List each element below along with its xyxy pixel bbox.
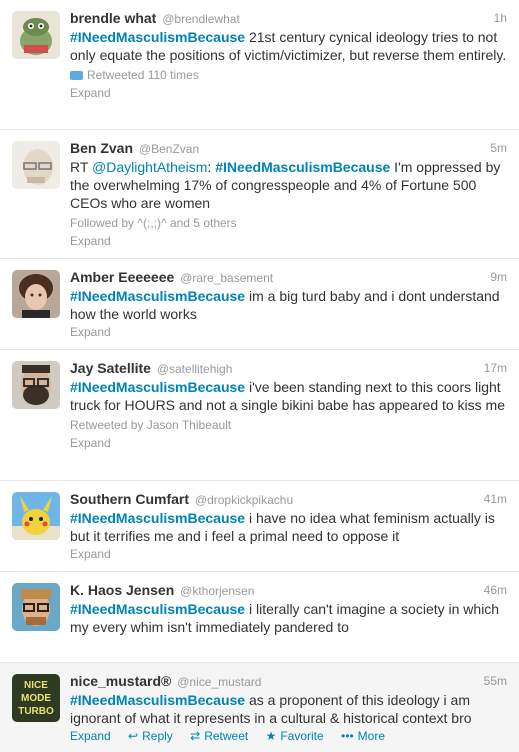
avatar[interactable] [12, 492, 60, 540]
retweet-icon [70, 71, 83, 80]
expand-link[interactable]: Expand [70, 545, 507, 573]
retweet-count-label: Retweeted 110 times [87, 68, 199, 82]
avatar[interactable] [12, 141, 60, 189]
hashtag-link[interactable]: #INeedMasculismBecause [70, 601, 245, 617]
author-name[interactable]: brendle what [70, 10, 156, 26]
author-handle[interactable]: @rare_basement [180, 271, 273, 285]
more-button[interactable]: ••• More [341, 729, 385, 743]
retweet-button[interactable]: ⇄ Retweet [190, 729, 248, 743]
author-name[interactable]: K. Haos Jensen [70, 582, 174, 598]
tweet-text: #INeedMasculismBecause i have no idea wh… [70, 509, 507, 545]
timestamp[interactable]: 9m [490, 268, 507, 286]
timestamp[interactable]: 55m [484, 672, 507, 690]
expand-link[interactable]: Expand [70, 232, 507, 260]
favorite-label: Favorite [280, 729, 324, 743]
tweet-text: #INeedMasculismBecause i literally can't… [70, 600, 507, 636]
retweet-count[interactable]: Retweeted 110 times [70, 66, 507, 84]
hashtag-link[interactable]: #INeedMasculismBecause [70, 692, 245, 708]
retweeted-by[interactable]: Retweeted by Jason Thibeault [70, 416, 507, 434]
author-handle[interactable]: @kthorjensen [180, 584, 254, 598]
hashtag-link[interactable]: #INeedMasculismBecause [215, 159, 390, 175]
timestamp[interactable]: 17m [484, 359, 507, 377]
hashtag-link[interactable]: #INeedMasculismBecause [70, 379, 245, 395]
author-handle[interactable]: @nice_mustard [177, 675, 261, 689]
reply-label: Reply [142, 729, 173, 743]
tweet-feed: brendle what @brendlewhat 1h #INeedMascu… [0, 0, 519, 752]
favorite-button[interactable]: ★ Favorite [266, 729, 324, 743]
author-name[interactable]: Southern Cumfart [70, 491, 189, 507]
avatar[interactable] [12, 361, 60, 409]
avatar[interactable] [12, 11, 60, 59]
tweet-text: #INeedMasculismBecause as a proponent of… [70, 691, 507, 727]
tweet-text: #INeedMasculismBecause i've been standin… [70, 378, 507, 414]
expand-link[interactable]: Expand [70, 729, 111, 743]
tweet-actions: Expand ↩ Reply ⇄ Retweet ★ Favorite ••• More [70, 727, 507, 751]
avatar[interactable] [12, 583, 60, 631]
more-icon: ••• [341, 729, 354, 743]
author-handle[interactable]: @brendlewhat [162, 12, 240, 26]
avatar[interactable] [12, 270, 60, 318]
author-name[interactable]: Amber Eeeeeee [70, 269, 174, 285]
retweet-label: Retweet [204, 729, 249, 743]
tweet[interactable]: brendle what @brendlewhat 1h #INeedMascu… [0, 0, 519, 130]
timestamp[interactable]: 5m [490, 139, 507, 157]
svg-text:NICE: NICE [24, 680, 48, 691]
tweet[interactable]: K. Haos Jensen @kthorjensen 46m #INeedMa… [0, 572, 519, 663]
expand-link[interactable]: Expand [70, 323, 507, 351]
author-name[interactable]: Ben Zvan [70, 140, 133, 156]
more-label: More [357, 729, 385, 743]
hashtag-link[interactable]: #INeedMasculismBecause [70, 288, 245, 304]
rt-prefix: RT [70, 159, 93, 175]
tweet-text: RT @DaylightAtheism: #INeedMasculismBeca… [70, 158, 507, 212]
tweet[interactable]: Jay Satellite @satellitehigh 17m #INeedM… [0, 350, 519, 481]
hashtag-link[interactable]: #INeedMasculismBecause [70, 29, 245, 45]
expand-link[interactable]: Expand [70, 434, 507, 462]
author-name[interactable]: Jay Satellite [70, 360, 151, 376]
reply-icon: ↩ [128, 729, 139, 743]
tweet[interactable]: Ben Zvan @BenZvan 5m RT @DaylightAtheism… [0, 130, 519, 259]
avatar[interactable]: NICE MODE TURBO [12, 674, 60, 722]
tweet-text: #INeedMasculismBecause 21st century cyni… [70, 28, 507, 64]
tweet[interactable]: Amber Eeeeeee @rare_basement 9m #INeedMa… [0, 259, 519, 350]
author-handle[interactable]: @dropkickpikachu [195, 493, 293, 507]
reply-button[interactable]: ↩ Reply [128, 729, 173, 743]
tweet[interactable]: Southern Cumfart @dropkickpikachu 41m #I… [0, 481, 519, 572]
tweet[interactable]: NICE MODE TURBO nice_mustard® @nice_must… [0, 663, 519, 752]
hashtag-link[interactable]: #INeedMasculismBecause [70, 510, 245, 526]
svg-text:MODE: MODE [21, 693, 51, 704]
timestamp[interactable]: 41m [484, 490, 507, 508]
retweet-icon: ⇄ [190, 729, 201, 743]
author-handle[interactable]: @satellitehigh [157, 362, 233, 376]
tweet-text: #INeedMasculismBecause im a big turd bab… [70, 287, 507, 323]
timestamp[interactable]: 1h [494, 9, 507, 27]
followed-by[interactable]: Followed by ^(;,;)^ and 5 others [70, 214, 507, 232]
expand-link[interactable]: Expand [70, 84, 507, 112]
author-handle[interactable]: @BenZvan [139, 142, 199, 156]
timestamp[interactable]: 46m [484, 581, 507, 599]
svg-text:TURBO: TURBO [18, 706, 54, 717]
author-name[interactable]: nice_mustard® [70, 673, 171, 689]
mention-link[interactable]: @DaylightAtheism [92, 159, 207, 175]
star-icon: ★ [265, 729, 277, 743]
